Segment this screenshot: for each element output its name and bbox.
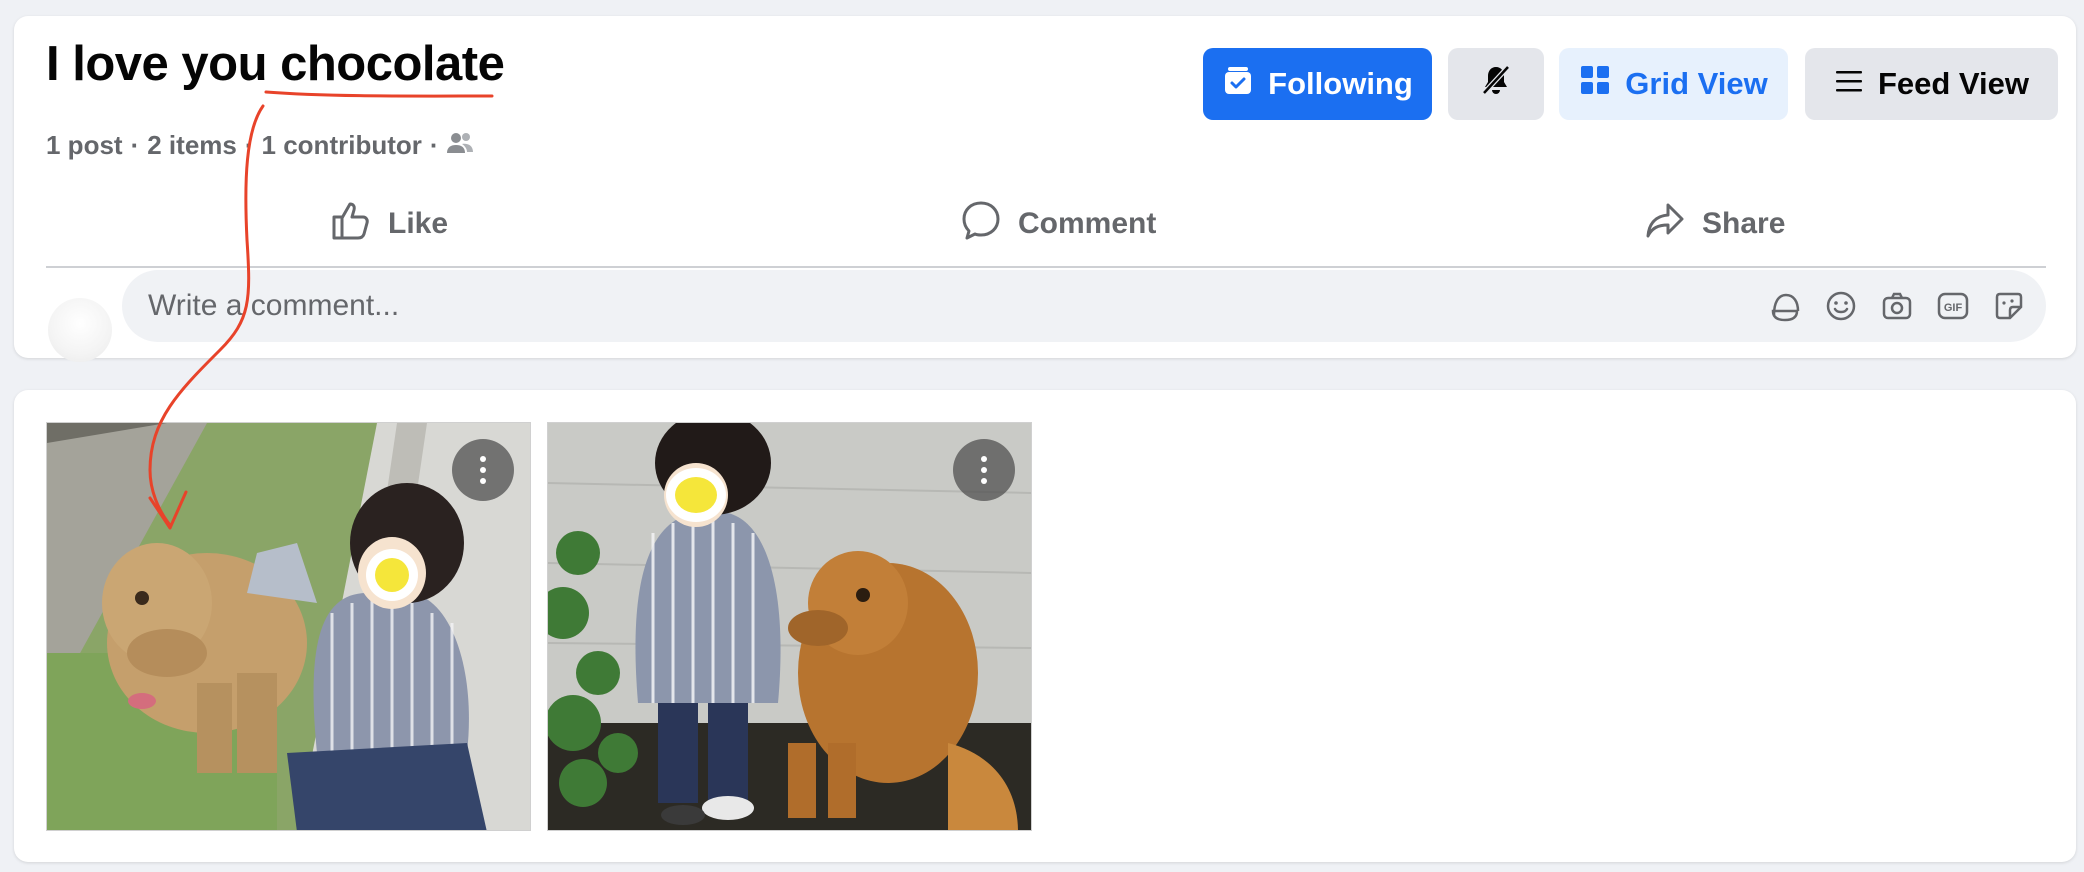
comment-button[interactable]: Comment [960, 182, 1156, 266]
share-arrow-icon [1644, 199, 1686, 249]
camera-icon[interactable] [1878, 287, 1916, 325]
avatar-sticker-icon[interactable] [1766, 287, 1804, 325]
comment-input[interactable] [146, 288, 1450, 324]
title-highlight: chocolate [280, 37, 505, 91]
comment-composer: GIF [122, 270, 2046, 342]
gif-icon[interactable]: GIF [1934, 287, 1972, 325]
post-action-bar: Like Comment Share [46, 182, 2046, 268]
following-label: Following [1268, 66, 1413, 101]
feed-view-button[interactable]: Feed View [1805, 48, 2058, 120]
collection-header-card: I love you chocolate 1 post · 2 items · … [14, 16, 2076, 362]
share-button[interactable]: Share [1644, 182, 1785, 266]
user-avatar[interactable] [48, 298, 112, 362]
bell-slash-icon [1479, 63, 1513, 105]
page-title: I love you chocolate [46, 36, 505, 92]
collection-grid-card [14, 390, 2076, 862]
thumbs-up-icon [330, 199, 372, 249]
photo-more-options-button[interactable] [452, 439, 514, 501]
people-icon [446, 130, 473, 161]
collection-meta: 1 post · 2 items · 1 contributor · [46, 130, 473, 161]
photo-item-1[interactable] [46, 422, 531, 831]
grid-view-label: Grid View [1625, 66, 1768, 101]
photo-more-options-button[interactable] [953, 439, 1015, 501]
vertical-dots-icon [480, 456, 486, 484]
comment-label: Comment [1018, 207, 1157, 240]
share-label: Share [1702, 207, 1786, 240]
comment-tools: GIF [1766, 270, 2028, 342]
emoji-icon[interactable] [1822, 287, 1860, 325]
feed-view-label: Feed View [1877, 66, 2030, 101]
menu-lines-icon [1834, 66, 1864, 102]
photo-item-2[interactable] [547, 422, 1032, 831]
title-prefix: I love you [46, 37, 281, 91]
sticker-icon[interactable] [1990, 287, 2028, 325]
like-label: Like [388, 207, 449, 240]
like-button[interactable]: Like [330, 182, 448, 266]
following-check-icon [1222, 64, 1254, 104]
meta-separator: · [429, 130, 439, 160]
grid-view-button[interactable]: Grid View [1559, 48, 1788, 120]
post-count: 1 post [46, 130, 123, 160]
vertical-dots-icon [981, 456, 987, 484]
comment-bubble-icon [960, 199, 1002, 249]
contributor-count[interactable]: 1 contributor [262, 130, 422, 161]
following-button[interactable]: Following [1203, 48, 1432, 120]
gif-label: GIF [1944, 302, 1963, 314]
item-count: 2 items [147, 130, 237, 160]
mute-notifications-button[interactable] [1448, 48, 1544, 120]
grid-icon [1579, 64, 1611, 104]
meta-separator: · [130, 130, 140, 160]
meta-separator: · [244, 130, 254, 160]
